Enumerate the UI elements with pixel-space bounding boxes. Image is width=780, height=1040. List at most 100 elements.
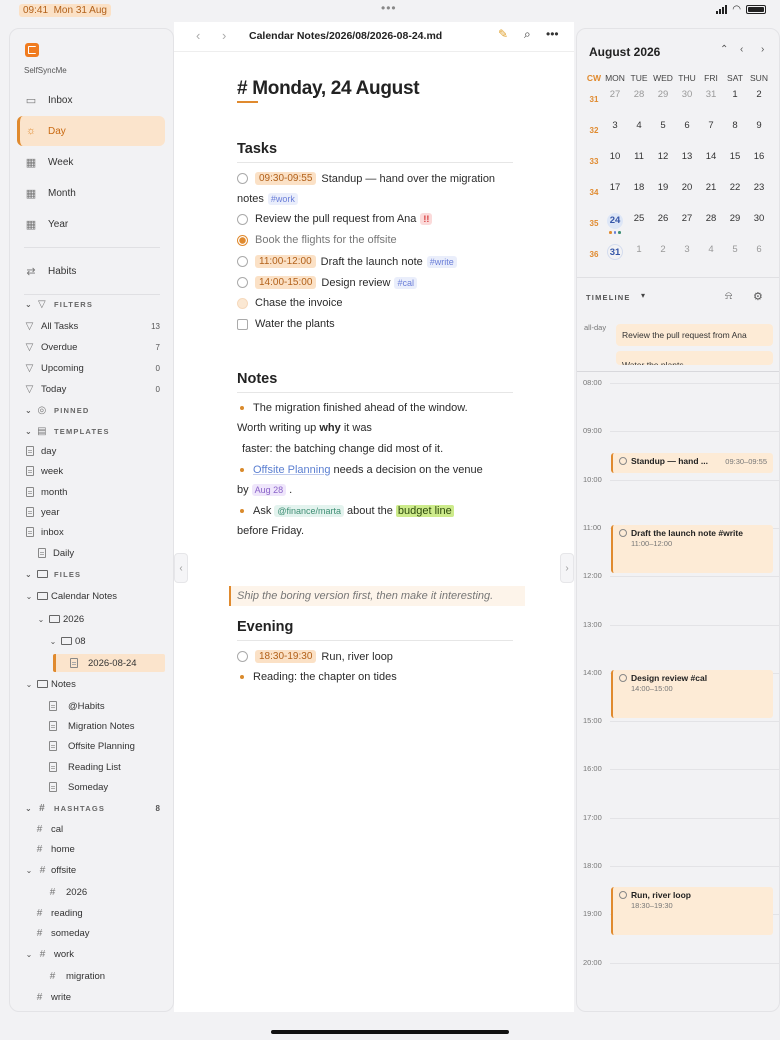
calendar-week-number[interactable]: 36 [585,250,603,259]
calendar-day[interactable]: 9 [747,120,771,140]
note-migration-notes[interactable]: Migration Notes [47,717,135,735]
calendar-day[interactable]: 26 [651,213,675,233]
calendar-day[interactable]: 7 [699,120,723,140]
hashtag-cal[interactable]: # cal [34,820,63,838]
folder-2026[interactable]: ⌄ 2026 [36,610,85,628]
task-item[interactable]: 09:30-09:55 Standup — hand over the migra… [237,172,495,185]
tag-work[interactable]: #work [267,193,298,205]
allday-event[interactable]: Review the pull request from Ana [616,324,773,346]
calendar-day[interactable]: 15 [723,151,747,171]
calendar-day[interactable]: 30 [747,213,771,233]
hashtags-header[interactable]: ⌄ # HASHTAGS 8 [24,799,160,817]
calendar-day[interactable]: 4 [627,120,651,140]
template-week[interactable]: week [24,462,63,480]
nav-week[interactable]: ▦ Week [17,147,165,177]
folder-calendar-notes[interactable]: ⌄ Calendar Notes [24,587,117,605]
timeline-event[interactable]: Draft the launch note #write 11:00–12:00 [611,525,773,573]
gear-icon[interactable]: ⚙ [753,290,763,303]
calendar-week-number[interactable]: 32 [585,126,603,135]
calendar-day[interactable]: 30 [675,89,699,109]
filters-header[interactable]: ⌄ ▽ FILTERS [24,295,164,313]
template-day[interactable]: day [24,442,56,460]
task-checkbox-done[interactable] [237,234,248,246]
timeline-label[interactable]: TIMELINE [586,293,631,302]
task-checkbox[interactable] [237,651,248,662]
calendar-day[interactable]: 19 [651,182,675,202]
templates-header[interactable]: ⌄ ▤ TEMPLATES [24,422,110,440]
calendar-day[interactable]: 17 [603,182,627,202]
timeline-event[interactable]: Design review #cal 14:00–15:00 [611,670,773,718]
chevron-up-icon[interactable]: ⌃ [720,44,728,55]
back-icon[interactable]: ‹ [196,28,200,43]
calendar-day[interactable]: 13 [675,151,699,171]
calendar-day[interactable]: 3 [675,244,699,264]
calendar-day[interactable]: 12 [651,151,675,171]
calendar-day[interactable]: 10 [603,151,627,171]
search-icon[interactable]: ⌕ [524,27,531,42]
calendar-day[interactable]: 2 [747,89,771,109]
calendar-day[interactable]: 29 [651,89,675,109]
filter-overdue[interactable]: ▽ Overdue 7 [24,338,160,356]
template-inbox[interactable]: inbox [24,523,64,541]
nav-habits[interactable]: ⇄ Habits [17,256,165,286]
hashtag-offsite[interactable]: ⌄ # offsite [24,861,77,879]
hashtag-someday[interactable]: # someday [34,924,90,942]
hashtag-write[interactable]: # write [34,988,71,1006]
calendar-day[interactable]: 31 [603,244,627,264]
task-checkbox[interactable] [237,213,248,225]
filter-today[interactable]: ▽ Today 0 [24,380,160,398]
filter-all-tasks[interactable]: ▽ All Tasks 13 [24,317,160,335]
task-item[interactable]: Chase the invoice [237,297,342,309]
calendar-day[interactable]: 4 [699,244,723,264]
nav-year[interactable]: ▦ Year [17,209,165,239]
chevron-right-icon[interactable]: › [761,44,764,55]
template-daily[interactable]: Daily [36,544,74,562]
task-item[interactable]: Review the pull request from Ana!! [237,213,433,225]
task-item[interactable]: 14:00-15:00 Design review #cal [237,276,417,289]
task-item-done[interactable]: Book the flights for the offsite [237,234,397,246]
calendar-day[interactable]: 27 [675,213,699,233]
note-habits[interactable]: @Habits [47,697,105,715]
calendar-day[interactable]: 8 [723,120,747,140]
caret-down-icon[interactable]: ▾ [641,291,645,300]
event-checkbox[interactable] [619,891,627,899]
multitask-dots-icon[interactable]: ••• [381,2,397,14]
calendar-day[interactable]: 16 [747,151,771,171]
hashtag-work-migration[interactable]: # migration [47,967,105,985]
calendar-day[interactable]: 25 [627,213,651,233]
calendar-day[interactable]: 6 [675,120,699,140]
hashtag-offsite-2026[interactable]: #2026 [47,883,87,901]
date-badge[interactable]: Aug 28 [251,484,287,496]
task-checkbox[interactable] [237,173,248,184]
calendar-day[interactable]: 28 [699,213,723,233]
timeline-event[interactable]: Standup — hand ... 09:30–09:55 [611,453,773,473]
calendar-week-number[interactable]: 35 [585,219,603,228]
chevron-left-icon[interactable]: ‹ [740,44,743,55]
template-month[interactable]: month [24,483,67,501]
task-checkbox-scheduled[interactable] [237,297,248,309]
nav-day[interactable]: ☼ Day [17,116,165,146]
calendar-day[interactable]: 3 [603,120,627,140]
calendar-day[interactable]: 28 [627,89,651,109]
bell-icon[interactable]: ⍾ [725,290,732,303]
task-checkbox[interactable] [237,277,248,288]
folder-08[interactable]: ⌄ 08 [48,632,86,650]
forward-icon[interactable]: › [222,28,226,43]
nav-month[interactable]: ▦ Month [17,178,165,208]
calendar-day[interactable]: 27 [603,89,627,109]
collapse-left-icon[interactable]: ‹ [174,553,188,583]
calendar-day[interactable]: 1 [723,89,747,109]
note-offsite-planning[interactable]: Offsite Planning [47,737,135,755]
note-someday[interactable]: Someday [47,778,108,796]
calendar-day[interactable]: 2 [651,244,675,264]
task-item[interactable]: 11:00-12:00 Draft the launch note #write [237,255,457,268]
file-2026-08-24[interactable]: 2026-08-24 [53,654,165,672]
note-link-offsite-planning[interactable]: Offsite Planning [253,464,330,476]
allday-event[interactable]: Water the plants [616,351,773,365]
calendar-day[interactable]: 5 [723,244,747,264]
files-header[interactable]: ⌄ FILES [24,565,81,583]
folder-notes[interactable]: ⌄ Notes [24,675,76,693]
calendar-day[interactable]: 21 [699,182,723,202]
hashtag-home[interactable]: # home [34,840,75,858]
calendar-day[interactable]: 22 [723,182,747,202]
